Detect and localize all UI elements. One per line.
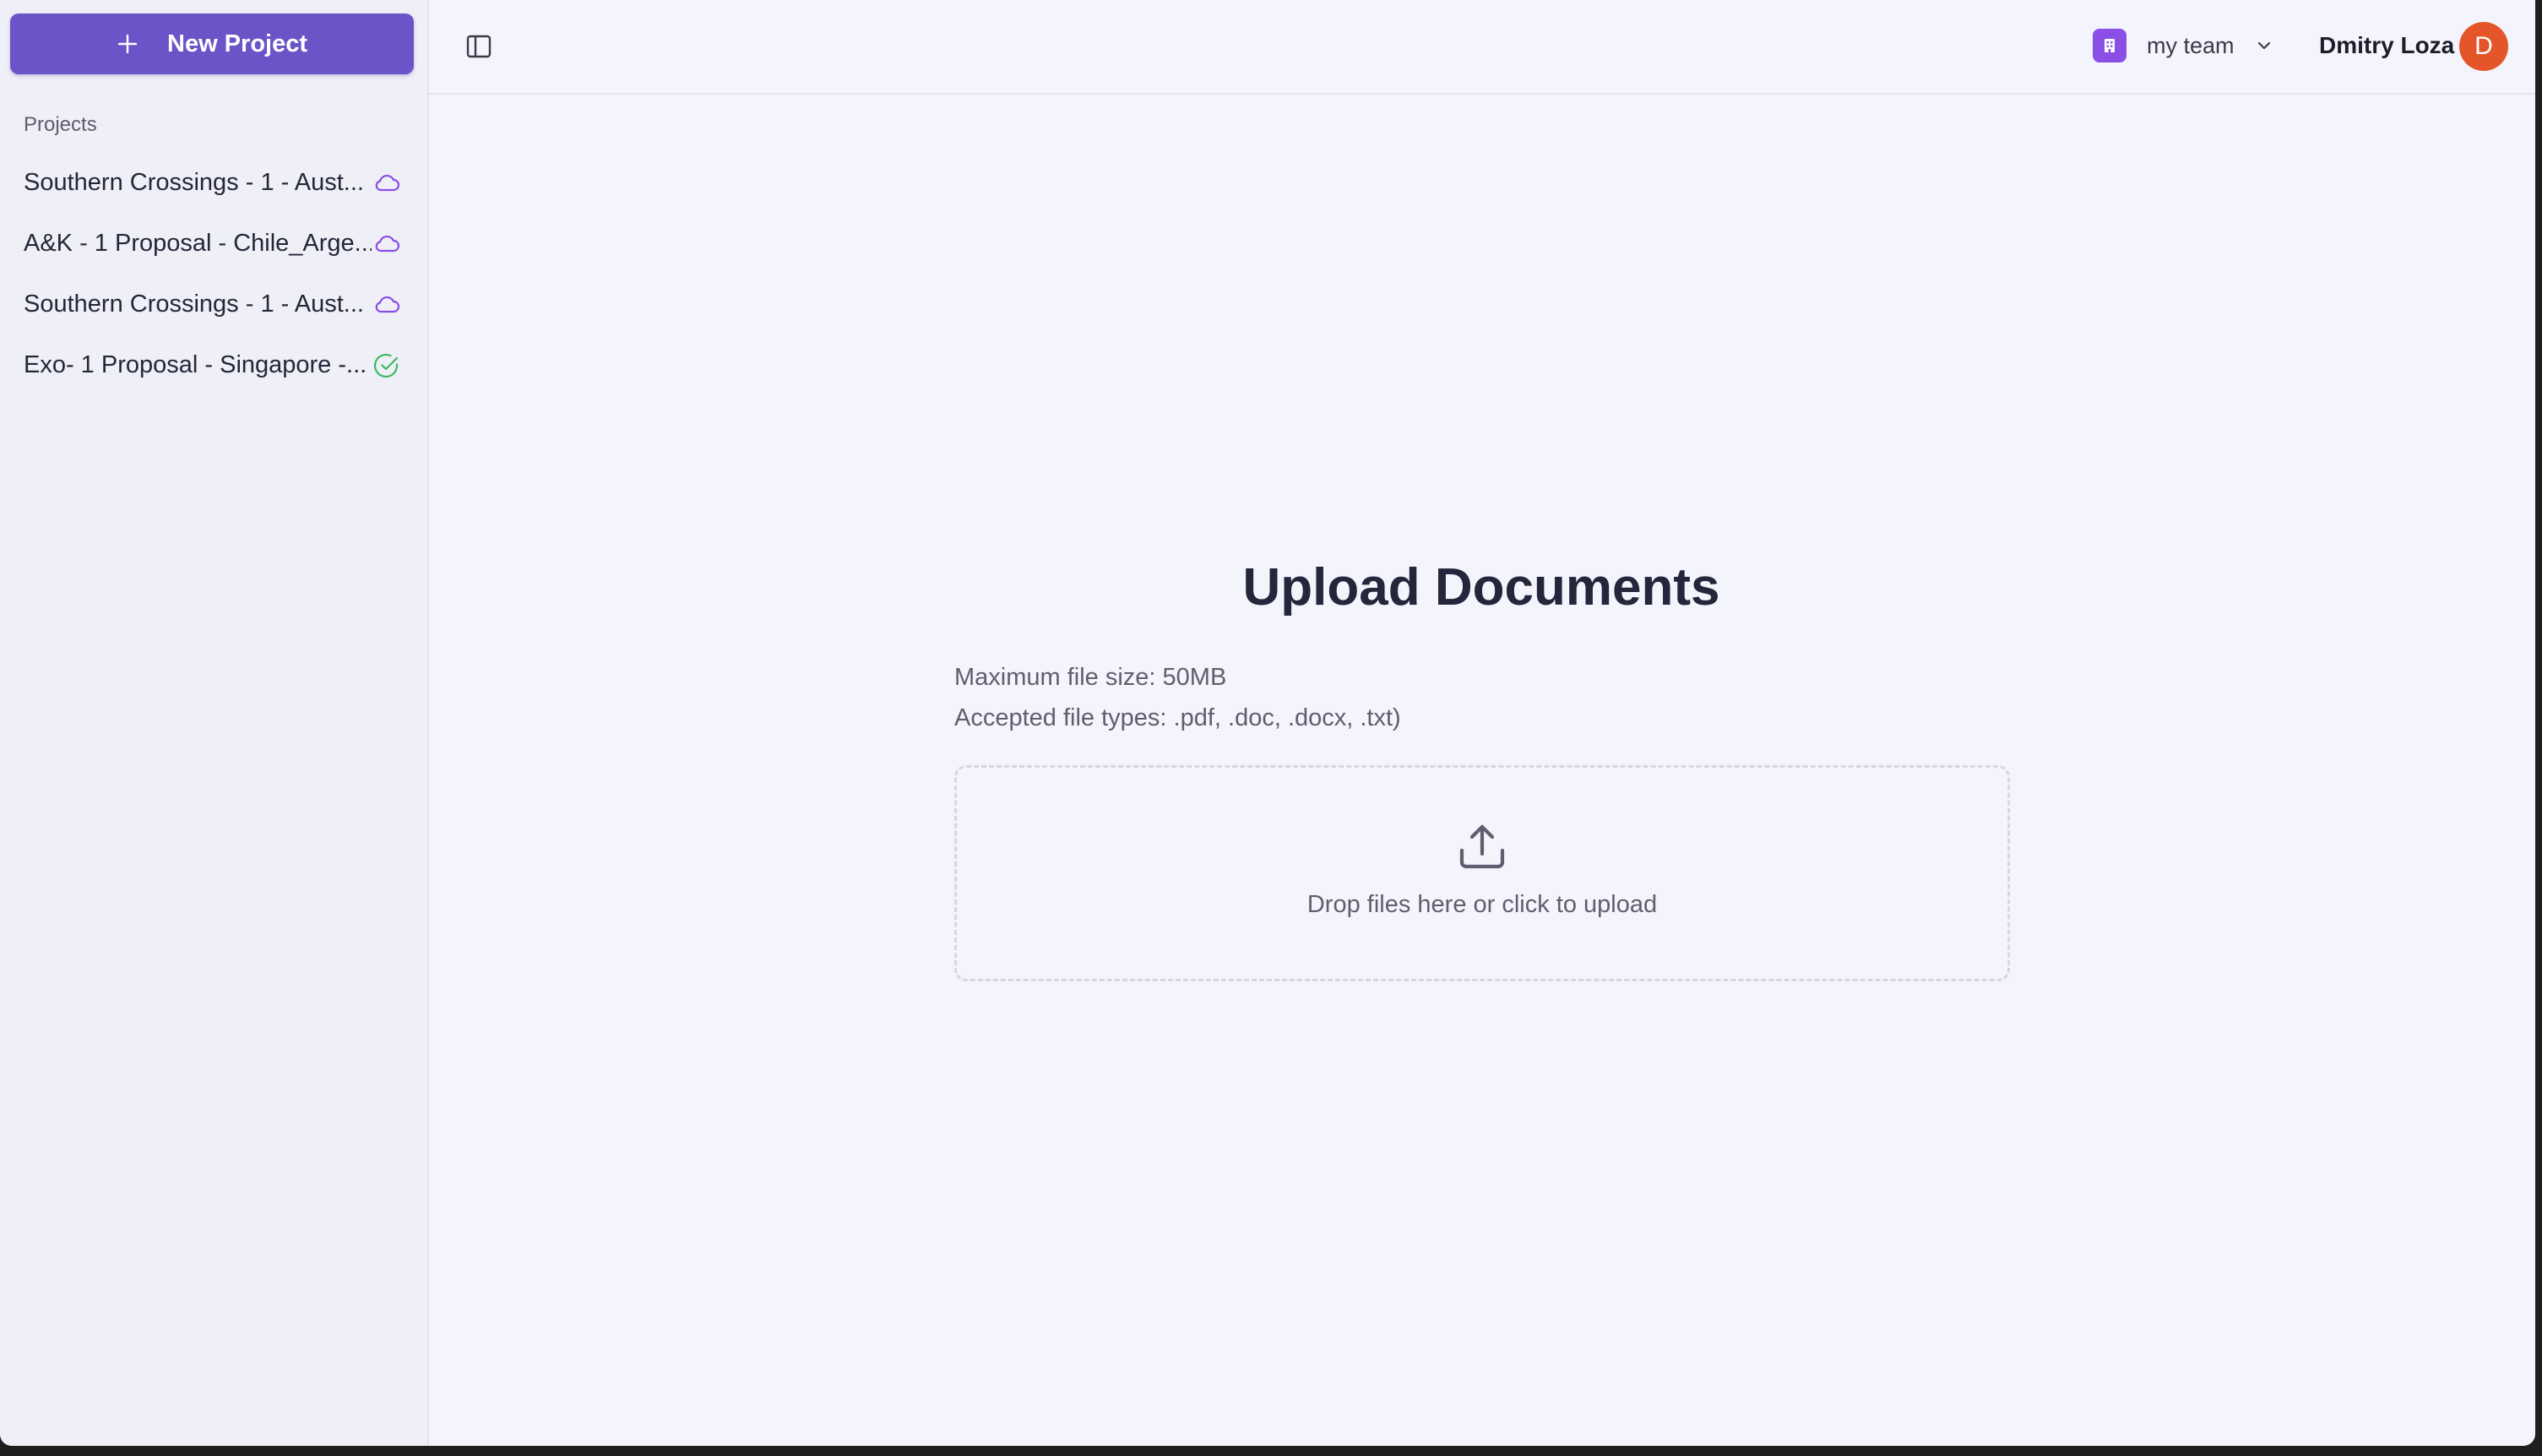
project-name: Southern Crossings - 1 - Aust... [24,168,364,196]
file-dropzone[interactable]: Drop files here or click to upload [954,765,2010,981]
sidebar: New Project Projects Southern Crossings … [0,0,429,1446]
project-name: Southern Crossings - 1 - Aust... [24,290,364,318]
new-project-button[interactable]: New Project [10,14,414,74]
avatar[interactable]: D [2459,22,2508,71]
new-project-label: New Project [167,30,307,57]
accepted-types-text: Accepted file types: .pdf, .doc, .docx, … [954,704,1401,731]
team-badge [2093,29,2126,62]
project-name: Exo- 1 Proposal - Singapore -... [24,350,367,378]
cloud-icon [375,296,400,313]
user-name[interactable]: Dmitry Loza [2319,32,2454,59]
plus-icon [117,34,138,54]
page-title: Upload Documents [1242,558,1720,617]
app-window: New Project Projects Southern Crossings … [0,0,2535,1446]
cloud-icon [375,235,400,253]
project-name: A&K - 1 Proposal - Chile_Arge... [24,229,372,257]
top-bar: my team Dmitry Loza D [429,0,2535,95]
project-list: Southern Crossings - 1 - Aust... A&K - 1… [0,152,427,395]
team-name: my team [2147,32,2235,58]
project-item[interactable]: Southern Crossings - 1 - Aust... [0,152,427,213]
project-item[interactable]: A&K - 1 Proposal - Chile_Arge... [0,213,427,274]
cloud-icon [375,174,400,192]
project-item[interactable]: Exo- 1 Proposal - Singapore -... [0,334,427,395]
sidebar-toggle-icon[interactable] [464,32,493,61]
upload-icon [1459,824,1505,869]
dropzone-text: Drop files here or click to upload [1306,891,1658,918]
team-switcher[interactable]: my team [2093,27,2273,64]
chevron-down-icon [2257,41,2270,50]
projects-heading: Projects [24,113,97,136]
building-icon [2105,39,2115,52]
max-file-size-text: Maximum file size: 50MB [954,664,1227,691]
project-item[interactable]: Southern Crossings - 1 - Aust... [0,274,427,334]
check-circle-icon [373,353,399,378]
